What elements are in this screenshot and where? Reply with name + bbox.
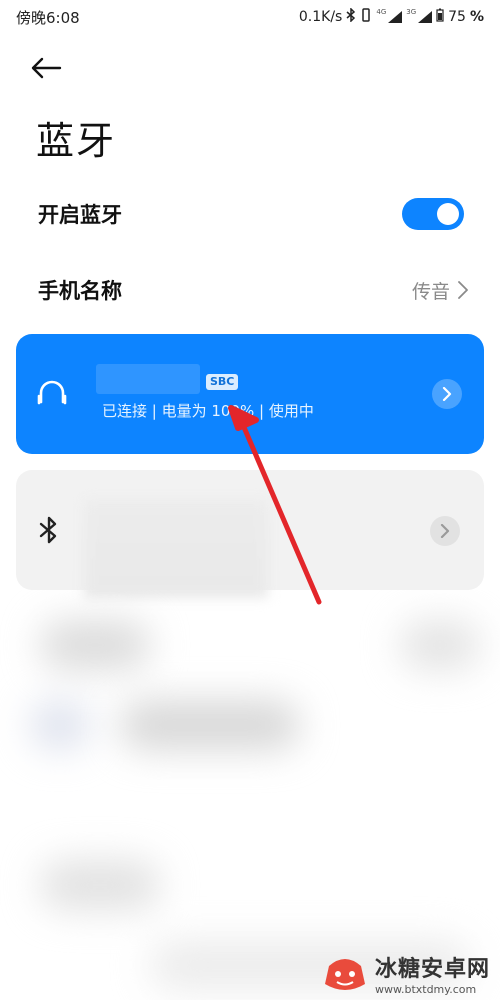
watermark: 冰糖安卓网 www.btxtdmy.com <box>321 951 490 996</box>
blurred-content <box>0 590 500 1000</box>
paired-device-card[interactable] <box>16 470 484 598</box>
toggle-knob <box>437 203 459 225</box>
watermark-title: 冰糖安卓网 <box>374 957 490 982</box>
chevron-right-icon <box>458 281 468 299</box>
codec-badge: SBC <box>206 374 239 390</box>
battery-level: 75 <box>448 9 466 25</box>
phone-name-label: 手机名称 <box>38 279 122 303</box>
connected-device-card[interactable]: SBC 已连接 | 电量为 100% | 使用中 <box>16 334 484 454</box>
bluetooth-toggle[interactable] <box>402 198 464 230</box>
watermark-logo-icon <box>324 958 365 990</box>
network-speed: 0.1K/s <box>298 9 343 25</box>
network-type-1: 4G <box>376 8 387 16</box>
device-details-button[interactable] <box>430 516 460 546</box>
network-type-2: 3G <box>406 8 417 16</box>
headphones-icon <box>36 378 68 412</box>
status-bar: 傍晚6:08 0.1K/s 4G 3G 75 % <box>0 0 500 34</box>
arrow-left-icon <box>31 57 62 79</box>
page-title: 蓝牙 <box>36 119 117 163</box>
chevron-right-icon <box>440 524 450 538</box>
signal-icon-1 <box>388 11 403 23</box>
bluetooth-icon <box>38 516 60 548</box>
battery-icon <box>436 8 444 26</box>
status-time: 傍晚6:08 <box>16 8 80 27</box>
watermark-url: www.btxtdmy.com <box>374 983 477 996</box>
back-button[interactable] <box>30 50 74 86</box>
device-details-button[interactable] <box>432 379 462 409</box>
device-name-redacted <box>96 364 200 394</box>
enable-bluetooth-label: 开启蓝牙 <box>38 203 122 227</box>
signal-icon-2 <box>418 11 433 23</box>
vibrate-icon <box>360 8 372 26</box>
connection-status: 已连接 | 电量为 100% | 使用中 <box>102 402 314 420</box>
enable-bluetooth-row[interactable]: 开启蓝牙 <box>38 194 468 234</box>
battery-unit: % <box>469 9 484 25</box>
bluetooth-status-icon <box>346 7 356 26</box>
chevron-right-icon <box>442 387 452 401</box>
phone-name-row[interactable]: 手机名称 传音 <box>38 270 468 310</box>
phone-name-value: 传音 <box>411 280 450 303</box>
device-name-redacted <box>84 500 268 598</box>
